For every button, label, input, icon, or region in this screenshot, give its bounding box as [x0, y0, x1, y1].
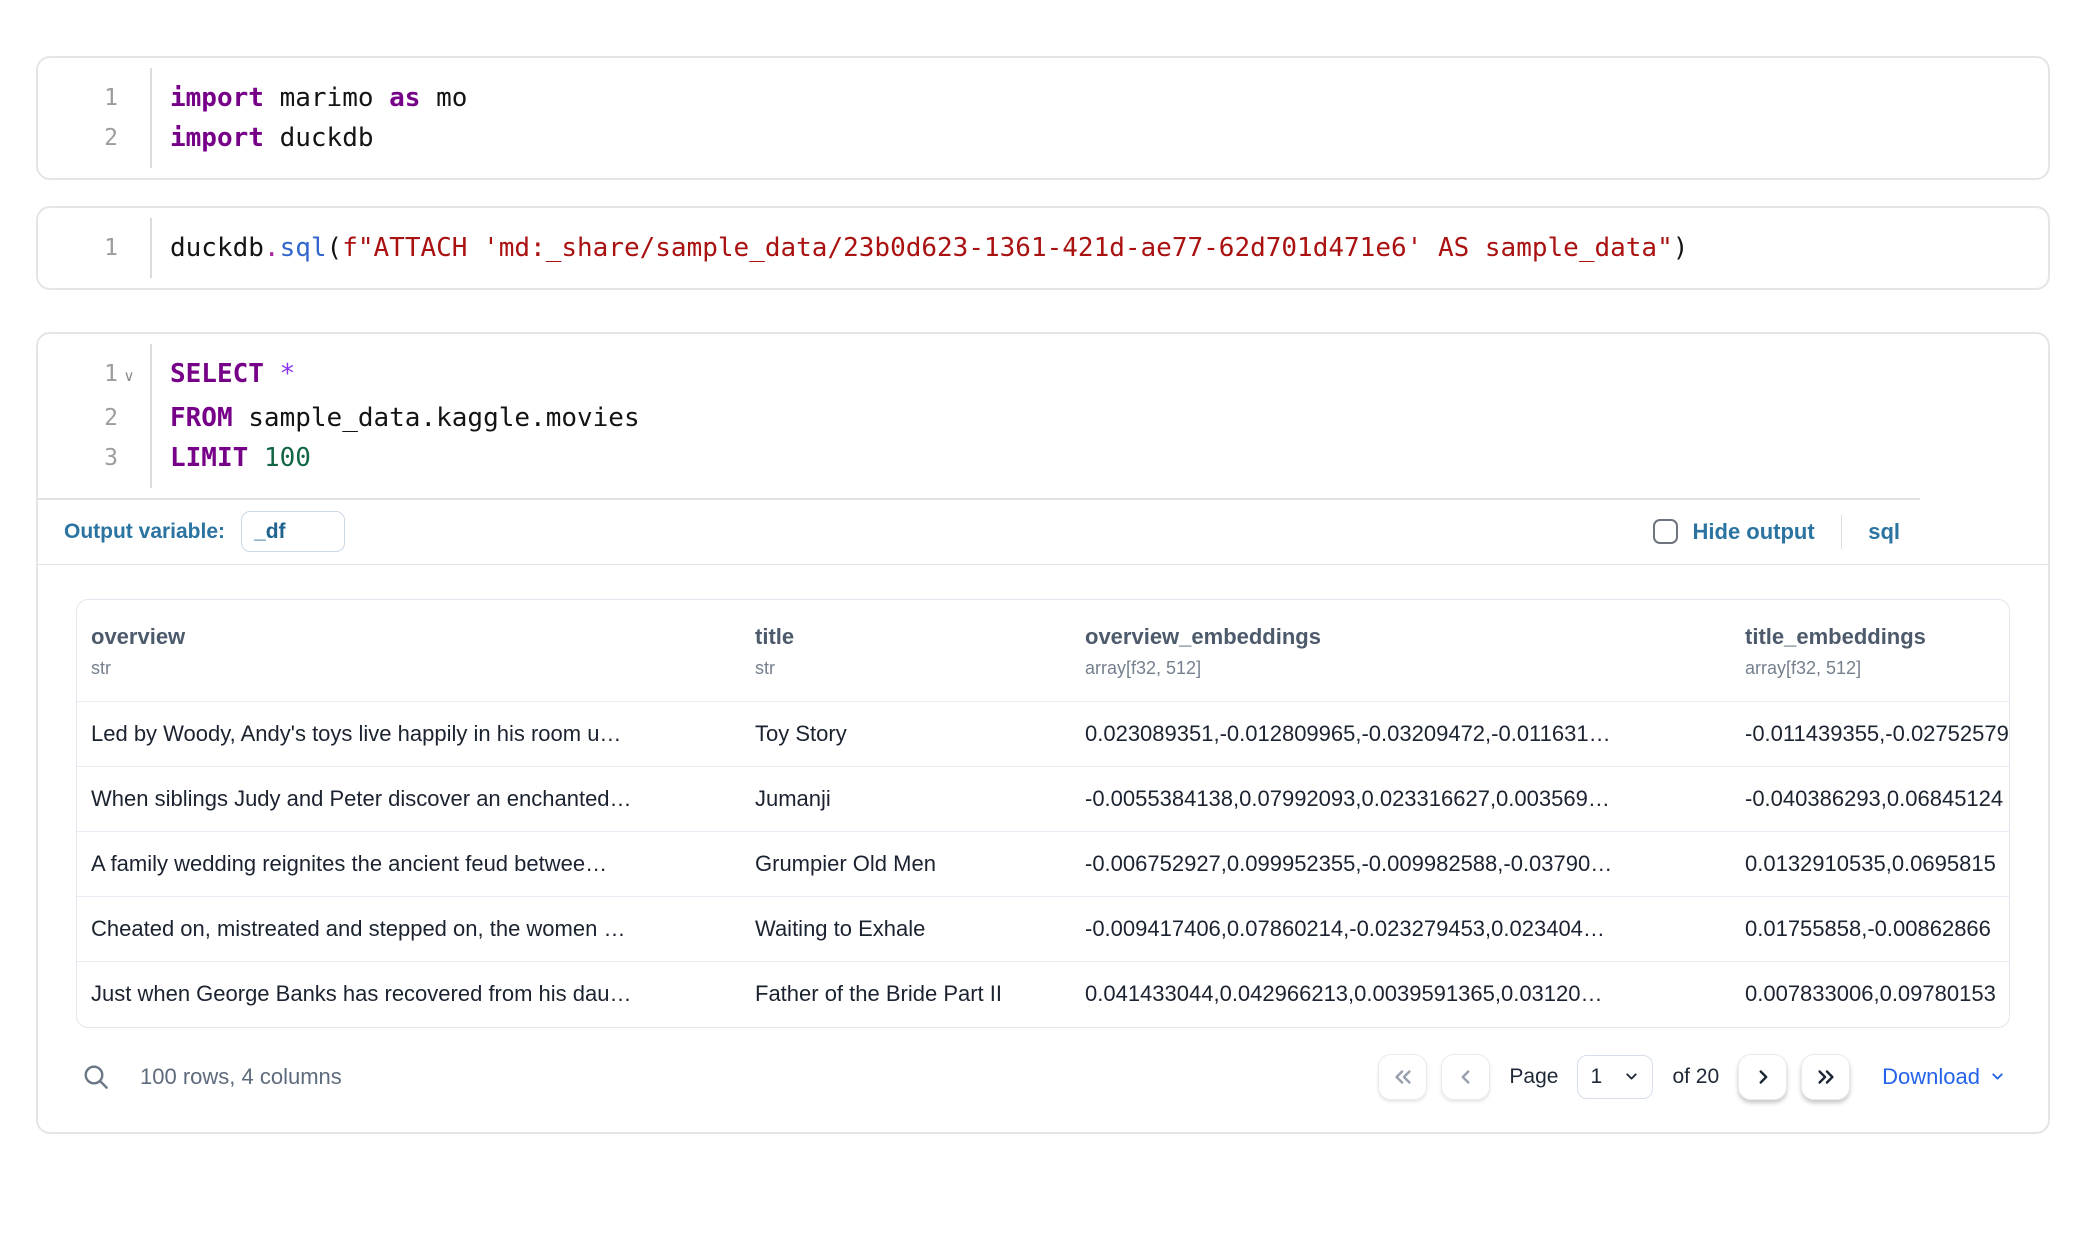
page-select[interactable]: 1 — [1577, 1055, 1653, 1099]
toolbar-divider — [1841, 515, 1843, 549]
cell-overview: Cheated on, mistreated and stepped on, t… — [77, 897, 741, 962]
cell-title: Father of the Bride Part II — [741, 962, 1071, 1027]
line-number-gutter: 3 — [38, 438, 150, 478]
cell-overview_embeddings: 0.023089351,-0.012809965,-0.03209472,-0.… — [1071, 702, 1731, 767]
hide-output-label[interactable]: Hide output — [1693, 519, 1815, 545]
code-line[interactable]: 1import marimo as mo — [38, 78, 2048, 118]
code-line[interactable]: 2import duckdb — [38, 118, 2048, 158]
table-row[interactable]: A family wedding reignites the ancient f… — [77, 832, 2009, 897]
page-label: Page — [1509, 1065, 1558, 1089]
code-line[interactable]: 2FROM sample_data.kaggle.movies — [38, 398, 2048, 438]
result-table-card: overviewstrtitlestroverview_embeddingsar… — [76, 599, 2010, 1028]
line-number-gutter: 2 — [38, 118, 150, 158]
cell-title_embeddings: 0.0132910535,0.0695815 — [1731, 832, 2009, 897]
table-footer: 100 rows, 4 columns Page 1 — [76, 1054, 2010, 1100]
cell-overview: A family wedding reignites the ancient f… — [77, 832, 741, 897]
table-summary: 100 rows, 4 columns — [140, 1064, 342, 1090]
table-body: Led by Woody, Andy's toys live happily i… — [77, 702, 2009, 1027]
line-number-gutter: 2 — [38, 398, 150, 438]
toolbar-right-group: Hide output sql — [1653, 515, 1901, 549]
code-editor-sql[interactable]: 1∨SELECT *2FROM sample_data.kaggle.movie… — [38, 334, 2048, 498]
search-icon[interactable] — [80, 1061, 112, 1093]
column-header-title_embeddings[interactable]: title_embeddingsarray[f32, 512] — [1731, 600, 2009, 702]
table-row[interactable]: Led by Woody, Andy's toys live happily i… — [77, 702, 2009, 767]
cell-overview_embeddings: -0.009417406,0.07860214,-0.023279453,0.0… — [1071, 897, 1731, 962]
line-number-gutter: 1∨ — [38, 354, 150, 398]
output-variable-input[interactable] — [241, 511, 345, 552]
cell-title: Jumanji — [741, 767, 1071, 832]
cell-overview_embeddings: 0.041433044,0.042966213,0.0039591365,0.0… — [1071, 962, 1731, 1027]
fold-chevron-icon[interactable]: ∨ — [118, 354, 140, 398]
column-header-overview[interactable]: overviewstr — [77, 600, 741, 702]
cell-title: Waiting to Exhale — [741, 897, 1071, 962]
code-cell-imports: 1import marimo as mo2import duckdb — [36, 56, 2050, 180]
cell-overview_embeddings: -0.006752927,0.099952355,-0.009982588,-0… — [1071, 832, 1731, 897]
next-page-button[interactable] — [1738, 1054, 1787, 1100]
line-number-gutter: 1 — [38, 228, 150, 268]
code-line[interactable]: 3LIMIT 100 — [38, 438, 2048, 478]
previous-page-button[interactable] — [1441, 1054, 1490, 1100]
chevron-down-icon — [1989, 1068, 2006, 1085]
chevrons-right-icon — [1815, 1066, 1837, 1088]
cell-overview: When siblings Judy and Peter discover an… — [77, 767, 741, 832]
page-select-value: 1 — [1590, 1065, 1602, 1089]
table-header-row: overviewstrtitlestroverview_embeddingsar… — [77, 600, 2009, 702]
cell-title_embeddings: -0.040386293,0.06845124 — [1731, 767, 2009, 832]
code-editor-attach[interactable]: 1duckdb.sql(f"ATTACH 'md:_share/sample_d… — [38, 208, 2048, 288]
column-header-overview_embeddings[interactable]: overview_embeddingsarray[f32, 512] — [1071, 600, 1731, 702]
table-row[interactable]: Just when George Banks has recovered fro… — [77, 962, 2009, 1027]
sql-cell-toolbar: Output variable: Hide output sql — [38, 500, 2048, 564]
chevron-down-icon — [1623, 1068, 1640, 1085]
cell-title_embeddings: 0.01755858,-0.00862866 — [1731, 897, 2009, 962]
code-cell-attach: 1duckdb.sql(f"ATTACH 'md:_share/sample_d… — [36, 206, 2050, 290]
query-output: overviewstrtitlestroverview_embeddingsar… — [38, 565, 2048, 1100]
cell-title: Toy Story — [741, 702, 1071, 767]
chevron-right-icon — [1752, 1066, 1774, 1088]
first-page-button[interactable] — [1378, 1054, 1427, 1100]
cell-title_embeddings: -0.011439355,-0.02752579 — [1731, 702, 2009, 767]
cell-overview: Led by Woody, Andy's toys live happily i… — [77, 702, 741, 767]
table-row[interactable]: Cheated on, mistreated and stepped on, t… — [77, 897, 2009, 962]
code-line[interactable]: 1duckdb.sql(f"ATTACH 'md:_share/sample_d… — [38, 228, 2048, 268]
pagination: Page 1 of 20 — [1378, 1054, 2006, 1100]
sql-cell: 1∨SELECT *2FROM sample_data.kaggle.movie… — [36, 332, 2050, 1134]
page-count-label: of 20 — [1672, 1065, 1719, 1089]
output-variable-label: Output variable: — [64, 520, 225, 544]
download-button[interactable]: Download — [1882, 1064, 2006, 1090]
download-label: Download — [1882, 1064, 1980, 1090]
cell-overview: Just when George Banks has recovered fro… — [77, 962, 741, 1027]
code-editor-imports[interactable]: 1import marimo as mo2import duckdb — [38, 58, 2048, 178]
cell-title: Grumpier Old Men — [741, 832, 1071, 897]
language-badge[interactable]: sql — [1868, 519, 1900, 545]
chevron-left-icon — [1455, 1066, 1477, 1088]
chevrons-left-icon — [1392, 1066, 1414, 1088]
table-footer-left: 100 rows, 4 columns — [80, 1061, 342, 1093]
result-table: overviewstrtitlestroverview_embeddingsar… — [77, 600, 2009, 1027]
column-header-title[interactable]: titlestr — [741, 600, 1071, 702]
table-row[interactable]: When siblings Judy and Peter discover an… — [77, 767, 2009, 832]
cell-overview_embeddings: -0.0055384138,0.07992093,0.023316627,0.0… — [1071, 767, 1731, 832]
last-page-button[interactable] — [1801, 1054, 1850, 1100]
code-line[interactable]: 1∨SELECT * — [38, 354, 2048, 398]
line-number-gutter: 1 — [38, 78, 150, 118]
cell-title_embeddings: 0.007833006,0.09780153 — [1731, 962, 2009, 1027]
hide-output-checkbox[interactable] — [1653, 519, 1678, 544]
